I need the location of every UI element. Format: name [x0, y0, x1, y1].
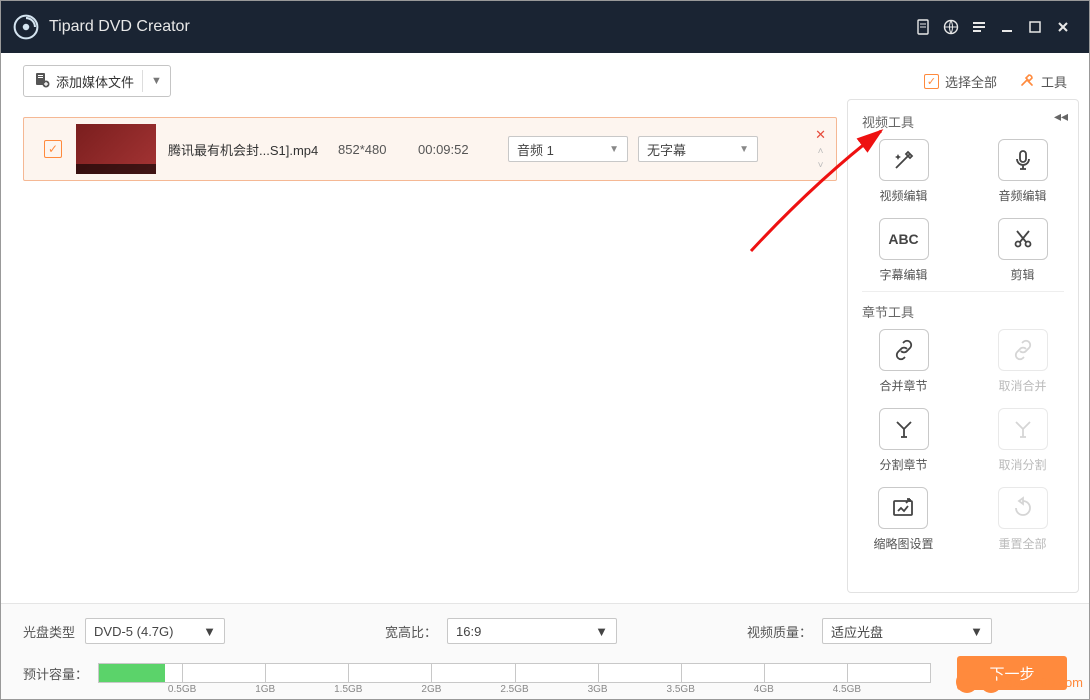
- toolbar: 添加媒体文件 ▼ ✓ 选择全部 工具: [1, 53, 1089, 99]
- row-checkbox[interactable]: ✓: [44, 140, 62, 158]
- maximize-button[interactable]: [1021, 13, 1049, 41]
- trim-tool[interactable]: 剪辑: [998, 218, 1048, 283]
- aspect-ratio-select[interactable]: 16:9▼: [447, 618, 617, 644]
- thumbnail-tool[interactable]: 缩略图设置: [873, 487, 933, 552]
- chapter-tools-title: 章节工具: [862, 302, 1064, 321]
- chevron-down-icon: ▼: [609, 144, 619, 155]
- close-button[interactable]: [1049, 13, 1077, 41]
- media-row[interactable]: ✓ 腾讯最有机会封...S1].mp4 852*480 00:09:52 音频 …: [23, 117, 837, 181]
- capacity-label: 预计容量：: [23, 664, 88, 683]
- subtitle-edit-tool[interactable]: ABC 字幕编辑: [879, 218, 929, 283]
- video-thumbnail[interactable]: [76, 124, 156, 174]
- video-edit-tool[interactable]: 视频编辑: [879, 139, 929, 204]
- unlink-icon: [1011, 338, 1035, 362]
- wrench-icon: [1019, 72, 1035, 91]
- move-down-button[interactable]: ˅: [818, 160, 824, 171]
- reset-all-tool: 重置全部: [998, 487, 1048, 552]
- disc-type-label: 光盘类型: [23, 622, 75, 641]
- titlebar-menu-icon[interactable]: [965, 13, 993, 41]
- subtitle-select[interactable]: 无字幕 ▼: [638, 136, 758, 162]
- tools-button[interactable]: 工具: [1019, 72, 1067, 91]
- subtitle-select-value: 无字幕: [647, 140, 686, 159]
- microphone-icon: [1011, 148, 1035, 172]
- row-actions: ✕ ˄ ˅: [815, 127, 826, 171]
- next-step-button[interactable]: 下一步: [957, 656, 1067, 690]
- split-chapter-tool[interactable]: 分割章节: [879, 408, 929, 473]
- duration-label: 00:09:52: [418, 142, 508, 157]
- split-icon: [892, 417, 916, 441]
- abc-icon: ABC: [888, 231, 918, 247]
- link-icon: [892, 338, 916, 362]
- bottom-bar: 光盘类型 DVD-5 (4.7G)▼ 宽高比： 16:9▼ 视频质量： 适应光盘…: [1, 603, 1089, 699]
- select-all-checkbox[interactable]: ✓ 选择全部: [924, 72, 997, 91]
- title-bar: Tipard DVD Creator: [1, 1, 1089, 53]
- tool-panel: ◂◂ 视频工具 视频编辑 音频编辑 ABC 字幕编辑 剪辑 章节工具: [847, 99, 1079, 593]
- unsplit-icon: [1011, 417, 1035, 441]
- merge-chapter-tool[interactable]: 合并章节: [879, 329, 929, 394]
- titlebar-file-icon[interactable]: [909, 13, 937, 41]
- panel-collapse-button[interactable]: ◂◂: [1054, 108, 1068, 125]
- chevron-down-icon: ▼: [203, 624, 216, 639]
- delete-row-button[interactable]: ✕: [815, 127, 826, 143]
- add-file-icon: [34, 72, 50, 91]
- app-title: Tipard DVD Creator: [49, 18, 190, 36]
- reset-icon: [1011, 496, 1035, 520]
- checkbox-checked-icon: ✓: [924, 74, 939, 89]
- quality-label: 视频质量：: [747, 622, 812, 641]
- tools-label: 工具: [1041, 72, 1067, 91]
- unmerge-chapter-tool: 取消合并: [998, 329, 1048, 394]
- media-list: ✓ 腾讯最有机会封...S1].mp4 852*480 00:09:52 音频 …: [1, 99, 847, 603]
- main-area: ✓ 腾讯最有机会封...S1].mp4 852*480 00:09:52 音频 …: [1, 99, 1089, 603]
- chevron-down-icon: ▼: [595, 624, 608, 639]
- filename-label: 腾讯最有机会封...S1].mp4: [168, 140, 338, 159]
- app-logo-icon: [13, 14, 39, 40]
- audio-edit-tool[interactable]: 音频编辑: [998, 139, 1048, 204]
- video-quality-select[interactable]: 适应光盘▼: [822, 618, 992, 644]
- resolution-label: 852*480: [338, 142, 418, 157]
- unsplit-chapter-tool: 取消分割: [998, 408, 1048, 473]
- chevron-down-icon: ▼: [970, 624, 983, 639]
- move-up-button[interactable]: ˄: [818, 146, 824, 157]
- minimize-button[interactable]: [993, 13, 1021, 41]
- audio-select-value: 音频 1: [517, 140, 554, 159]
- aspect-label: 宽高比：: [385, 622, 437, 641]
- capacity-fill: [99, 664, 165, 682]
- audio-track-select[interactable]: 音频 1 ▼: [508, 136, 628, 162]
- chevron-down-icon: ▼: [739, 144, 749, 155]
- select-all-label: 选择全部: [945, 72, 997, 91]
- magic-wand-icon: [892, 148, 916, 172]
- add-media-label: 添加媒体文件: [56, 72, 134, 91]
- disc-type-select[interactable]: DVD-5 (4.7G)▼: [85, 618, 225, 644]
- image-export-icon: [891, 496, 915, 520]
- titlebar-globe-icon[interactable]: [937, 13, 965, 41]
- scissors-icon: [1011, 227, 1035, 251]
- add-media-button[interactable]: 添加媒体文件 ▼: [23, 65, 171, 97]
- capacity-bar: 0.5GB 1GB 1.5GB 2GB 2.5GB 3GB 3.5GB 4GB …: [98, 663, 931, 683]
- chevron-down-icon: ▼: [151, 75, 162, 87]
- video-tools-title: 视频工具: [862, 112, 1064, 131]
